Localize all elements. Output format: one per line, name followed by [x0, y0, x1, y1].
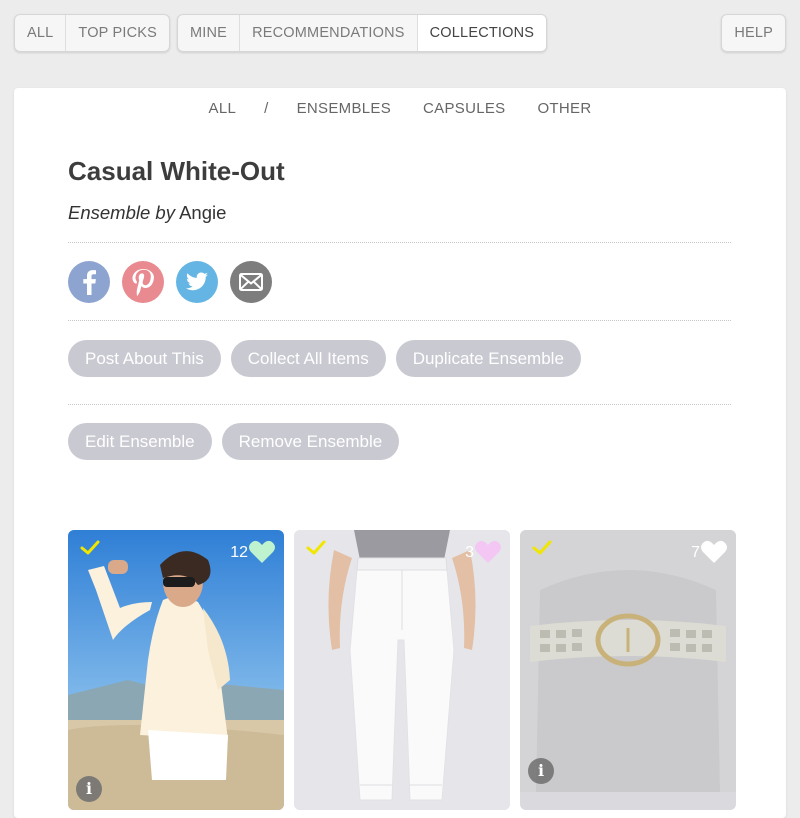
tab-top-picks[interactable]: TOP PICKS: [66, 15, 169, 51]
check-icon: [306, 540, 326, 555]
subnav-all[interactable]: ALL: [193, 100, 253, 117]
check-icon: [80, 540, 100, 555]
divider: [68, 320, 731, 321]
tab-collections[interactable]: COLLECTIONS: [417, 15, 547, 51]
item-card[interactable]: 3: [294, 530, 510, 810]
twitter-icon[interactable]: [176, 261, 218, 303]
heart-icon[interactable]: [248, 539, 276, 565]
heart-icon[interactable]: [474, 539, 502, 565]
social-share-row: [68, 261, 272, 303]
subnav-separator: /: [264, 100, 269, 117]
like-count: 12: [230, 544, 248, 561]
info-icon[interactable]: i: [76, 776, 102, 802]
divider: [68, 242, 731, 243]
like-count: 3: [465, 544, 474, 561]
check-icon: [532, 540, 552, 555]
remove-ensemble-button[interactable]: Remove Ensemble: [221, 423, 400, 460]
item-image: [520, 530, 736, 792]
heart-icon[interactable]: [700, 539, 728, 565]
tab-mine[interactable]: MINE: [178, 15, 241, 51]
subnav-other[interactable]: OTHER: [521, 100, 607, 117]
divider: [68, 404, 731, 405]
post-about-button[interactable]: Post About This: [68, 340, 221, 377]
collection-type-nav: ALL / ENSEMBLES CAPSULES OTHER: [14, 100, 786, 117]
tab-all[interactable]: ALL: [15, 15, 67, 51]
email-icon[interactable]: [230, 261, 272, 303]
ensemble-title: Casual White-Out: [68, 156, 285, 186]
ensemble-byline: Ensemble by Angie: [68, 202, 226, 224]
duplicate-ensemble-button[interactable]: Duplicate Ensemble: [395, 340, 581, 377]
info-icon[interactable]: i: [528, 758, 554, 784]
ensemble-actions-manage: Edit Ensemble Remove Ensemble: [68, 423, 400, 460]
help-button[interactable]: HELP: [722, 15, 785, 51]
collect-all-button[interactable]: Collect All Items: [230, 340, 386, 377]
item-card[interactable]: 12 i: [68, 530, 284, 810]
facebook-icon[interactable]: [68, 261, 110, 303]
ensemble-actions-primary: Post About This Collect All Items Duplic…: [68, 340, 581, 377]
subnav-ensembles[interactable]: ENSEMBLES: [281, 100, 407, 117]
like-count: 7: [691, 544, 700, 561]
help-group: HELP: [721, 14, 786, 52]
filter-group-mine: MINE RECOMMENDATIONS COLLECTIONS: [177, 14, 548, 52]
top-navigation: ALL TOP PICKS MINE RECOMMENDATIONS COLLE…: [14, 14, 786, 52]
ensemble-items: 12 i 3 7 i: [68, 530, 736, 810]
ensemble-panel: ALL / ENSEMBLES CAPSULES OTHER Casual Wh…: [14, 88, 786, 818]
filter-group-all: ALL TOP PICKS: [14, 14, 171, 52]
pinterest-icon[interactable]: [122, 261, 164, 303]
item-card[interactable]: 7 i: [520, 530, 736, 810]
author-link[interactable]: Angie: [179, 202, 226, 223]
item-image: [294, 530, 510, 810]
item-image: [68, 530, 284, 810]
ensemble-type-label: Ensemble by: [68, 202, 175, 223]
subnav-capsules[interactable]: CAPSULES: [407, 100, 521, 117]
edit-ensemble-button[interactable]: Edit Ensemble: [68, 423, 212, 460]
tab-recommendations[interactable]: RECOMMENDATIONS: [240, 15, 418, 51]
